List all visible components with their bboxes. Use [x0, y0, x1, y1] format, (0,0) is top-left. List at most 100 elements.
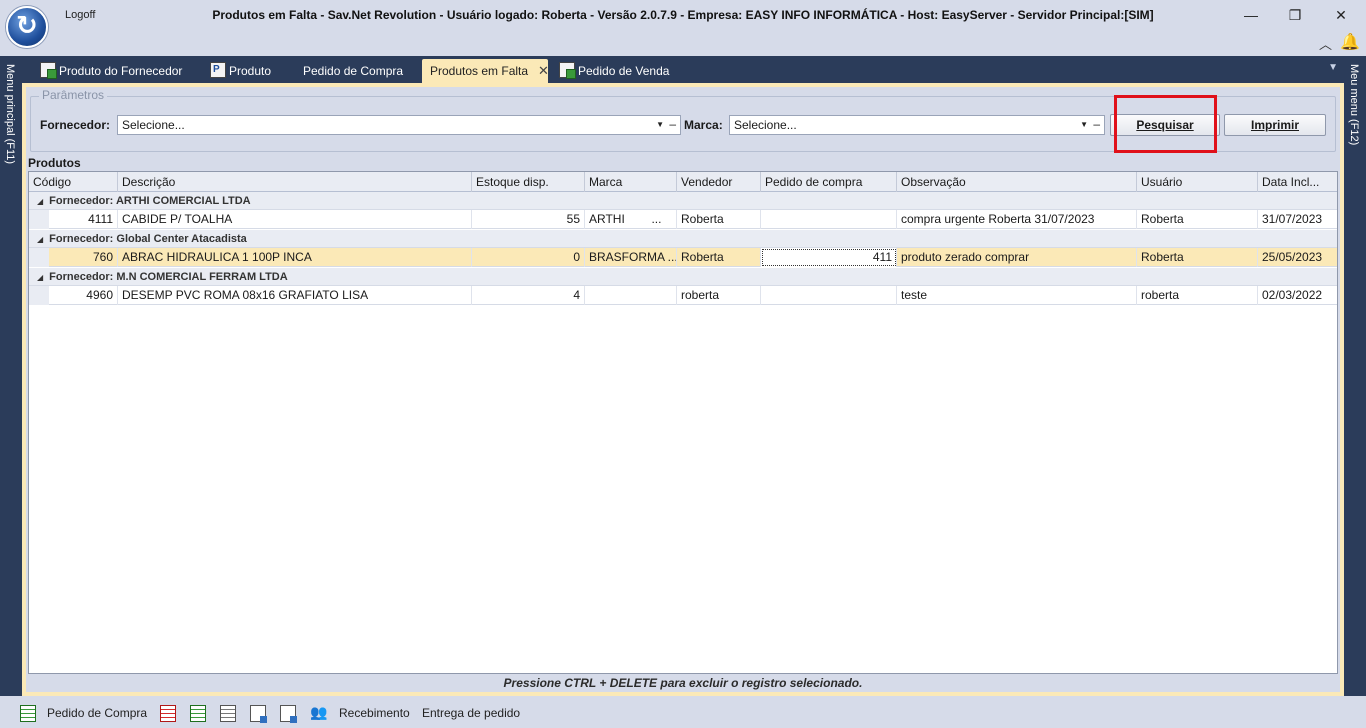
column-header-marca[interactable]: Marca: [585, 172, 677, 192]
column-header-estoque[interactable]: Estoque disp.: [472, 172, 585, 192]
restore-button[interactable]: ❐: [1280, 4, 1310, 26]
cell-data[interactable]: 31/07/2023: [1258, 210, 1337, 229]
row-indent: [29, 286, 49, 305]
row-indent: [29, 210, 49, 229]
cell-estoque[interactable]: 0: [472, 248, 585, 267]
column-header-observacao[interactable]: Observação: [897, 172, 1137, 192]
tab-produto-fornecedor[interactable]: Produto do Fornecedor: [36, 59, 182, 83]
tab-produtos-em-falta[interactable]: Produtos em Falta ✕: [422, 59, 549, 83]
cell-descricao[interactable]: CABIDE P/ TOALHA: [118, 210, 472, 229]
group-row[interactable]: ◢ Fornecedor: Global Center Atacadista: [29, 230, 1337, 248]
cell-estoque[interactable]: 4: [472, 286, 585, 305]
report-green-icon[interactable]: [190, 705, 206, 722]
cell-usuario[interactable]: roberta: [1137, 286, 1258, 305]
tab-label: Produto: [229, 64, 272, 78]
document-tabs: Produto do Fornecedor Produto Pedido de …: [22, 56, 1344, 83]
close-button[interactable]: ✕: [1326, 4, 1356, 26]
cell-pedido[interactable]: 411: [761, 248, 897, 267]
grid-header: Código Descrição Estoque disp. Marca Ven…: [29, 172, 1337, 192]
document-icon[interactable]: [250, 705, 267, 723]
clear-icon[interactable]: –: [1093, 115, 1100, 133]
cell-codigo[interactable]: 760: [49, 248, 118, 267]
chevron-down-icon[interactable]: ▼: [1080, 116, 1088, 134]
recebimento-shortcut[interactable]: Recebimento: [339, 706, 410, 720]
cell-observacao[interactable]: compra urgente Roberta 31/07/2023: [897, 210, 1137, 229]
clear-icon[interactable]: –: [669, 115, 676, 133]
purchase-order-icon[interactable]: [20, 705, 36, 722]
column-header-vendedor[interactable]: Vendedor: [677, 172, 761, 192]
product-doc-icon[interactable]: [280, 705, 297, 723]
cell-data[interactable]: 25/05/2023: [1258, 248, 1337, 267]
products-grid[interactable]: Código Descrição Estoque disp. Marca Ven…: [28, 171, 1338, 674]
tab-list-dropdown-icon[interactable]: ▼: [1328, 62, 1338, 73]
fornecedor-select-value: Selecione...: [122, 118, 185, 132]
product-icon: [210, 58, 226, 82]
highlight-annotation: [1114, 95, 1217, 153]
parameters-legend: Parâmetros: [39, 88, 108, 102]
tab-label: Pedido de Venda: [578, 64, 670, 78]
main-menu-label[interactable]: Menu principal (F11): [4, 64, 16, 164]
table-row[interactable]: 4111 CABIDE P/ TOALHA 55 ARTHI ... Rober…: [29, 210, 1337, 229]
entrega-pedido-shortcut[interactable]: Entrega de pedido: [422, 706, 520, 720]
tab-pedido-compra[interactable]: Pedido de Compra: [299, 59, 403, 83]
delete-hint: Pressione CTRL + DELETE para excluir o r…: [503, 676, 863, 690]
group-label: Fornecedor: ARTHI COMERCIAL LTDA: [49, 195, 251, 207]
column-header-data[interactable]: Data Incl...: [1258, 172, 1337, 192]
column-header-pedido[interactable]: Pedido de compra: [761, 172, 897, 192]
group-row[interactable]: ◢ Fornecedor: ARTHI COMERCIAL LTDA: [29, 192, 1337, 210]
cell-estoque[interactable]: 55: [472, 210, 585, 229]
table-row[interactable]: 4960 DESEMP PVC ROMA 08x16 GRAFIATO LISA…: [29, 286, 1337, 305]
content-panel: Parâmetros Fornecedor: Selecione... ▼ – …: [26, 87, 1340, 692]
people-icon[interactable]: [310, 704, 327, 722]
collapse-chevron-icon[interactable]: ︿: [1319, 34, 1332, 53]
cell-vendedor[interactable]: roberta: [677, 286, 761, 305]
tab-produto[interactable]: Produto: [206, 58, 272, 83]
cell-pedido[interactable]: [761, 210, 897, 229]
column-header-descricao[interactable]: Descrição: [118, 172, 472, 192]
column-header-codigo[interactable]: Código: [29, 172, 118, 192]
fornecedor-select[interactable]: Selecione... ▼ –: [117, 115, 681, 135]
title-bar: Logoff Produtos em Falta - Sav.Net Revol…: [0, 0, 1366, 48]
cell-vendedor[interactable]: Roberta: [677, 210, 761, 229]
my-menu-strip[interactable]: Meu menu (F12): [1344, 56, 1366, 696]
imprimir-button[interactable]: Imprimir: [1224, 114, 1326, 136]
table-row-selected[interactable]: 760 ABRAC HIDRAULICA 1 100P INCA 0 BRASF…: [29, 248, 1337, 267]
tab-content: Parâmetros Fornecedor: Selecione... ▼ – …: [22, 83, 1344, 696]
cell-data[interactable]: 02/03/2022: [1258, 286, 1337, 305]
cell-vendedor[interactable]: Roberta: [677, 248, 761, 267]
collapse-triangle-icon[interactable]: ◢: [37, 273, 43, 282]
cell-codigo[interactable]: 4960: [49, 286, 118, 305]
collapse-triangle-icon[interactable]: ◢: [37, 235, 43, 244]
bell-icon[interactable]: 🔔: [1340, 32, 1360, 52]
cell-marca[interactable]: ARTHI ...: [585, 210, 677, 229]
ribbon-strip: ︿ 🔔: [0, 32, 1366, 54]
collapse-triangle-icon[interactable]: ◢: [37, 197, 43, 206]
cell-usuario[interactable]: Roberta: [1137, 248, 1258, 267]
cell-pedido[interactable]: [761, 286, 897, 305]
chevron-down-icon[interactable]: ▼: [656, 116, 664, 134]
tab-label: Produto do Fornecedor: [59, 64, 183, 78]
cell-usuario[interactable]: Roberta: [1137, 210, 1258, 229]
row-indent: [29, 248, 49, 267]
app-logo-icon[interactable]: [6, 6, 48, 48]
pedido-compra-shortcut[interactable]: Pedido de Compra: [47, 706, 147, 720]
cell-descricao[interactable]: DESEMP PVC ROMA 08x16 GRAFIATO LISA: [118, 286, 472, 305]
cell-observacao[interactable]: teste: [897, 286, 1137, 305]
cell-marca[interactable]: BRASFORMA ...: [585, 248, 677, 267]
my-menu-label[interactable]: Meu menu (F12): [1348, 64, 1360, 145]
tab-pedido-venda[interactable]: Pedido de Venda: [555, 59, 669, 83]
cell-marca[interactable]: [585, 286, 677, 305]
minimize-button[interactable]: —: [1236, 4, 1266, 26]
report-red-icon[interactable]: [160, 705, 176, 722]
close-tab-icon[interactable]: ✕: [538, 63, 549, 78]
main-menu-strip[interactable]: Menu principal (F11): [0, 56, 22, 696]
window-title: Produtos em Falta - Sav.Net Revolution -…: [212, 8, 1154, 22]
marca-select[interactable]: Selecione... ▼ –: [729, 115, 1105, 135]
cell-codigo[interactable]: 4111: [49, 210, 118, 229]
report-gray-icon[interactable]: [220, 705, 236, 722]
cell-observacao[interactable]: produto zerado comprar: [897, 248, 1137, 267]
group-row[interactable]: ◢ Fornecedor: M.N COMERCIAL FERRAM LTDA: [29, 268, 1337, 286]
cell-descricao[interactable]: ABRAC HIDRAULICA 1 100P INCA: [118, 248, 472, 267]
column-header-usuario[interactable]: Usuário: [1137, 172, 1258, 192]
tab-label: Produtos em Falta: [430, 64, 529, 78]
